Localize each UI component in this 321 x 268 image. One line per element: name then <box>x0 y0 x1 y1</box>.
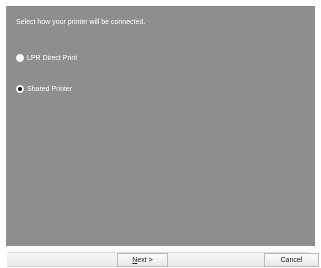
shared-printer-radio[interactable] <box>16 85 24 93</box>
connection-prompt: Select how your printer will be connecte… <box>16 19 146 26</box>
lpr-direct-print-label[interactable]: LPR Direct Print <box>27 55 77 62</box>
next-label: ext > <box>137 256 153 264</box>
printer-connection-dialog: Select how your printer will be connecte… <box>0 0 321 268</box>
shared-printer-option[interactable]: Shared Printer <box>16 83 72 95</box>
button-bar: Next > Cancel <box>0 248 321 268</box>
radio-selected-dot <box>18 87 22 91</box>
lpr-direct-print-option[interactable]: LPR Direct Print <box>16 52 77 64</box>
content-panel: Select how your printer will be connecte… <box>6 6 315 246</box>
shared-printer-label[interactable]: Shared Printer <box>27 86 72 93</box>
cancel-button[interactable]: Cancel <box>264 253 319 267</box>
lpr-direct-print-radio[interactable] <box>16 54 24 62</box>
next-button[interactable]: Next > <box>117 253 168 267</box>
